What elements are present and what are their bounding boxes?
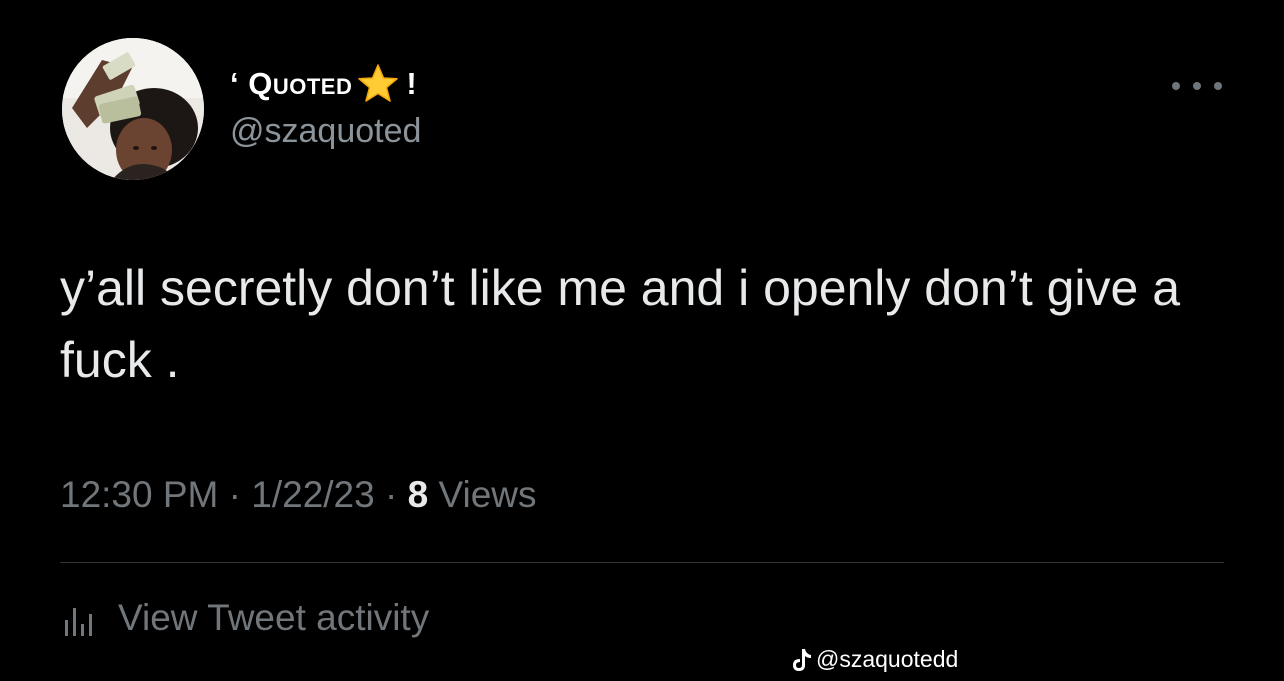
tweet-time[interactable]: 12:30 PM [60,474,218,515]
meta-separator: · [218,474,252,515]
avatar-image [62,38,204,180]
divider [60,562,1224,563]
star-icon [356,62,400,106]
author-name-row[interactable]: ‘ Quoted ! [230,62,417,106]
views-label: Views [428,474,537,515]
more-options-button[interactable] [1172,74,1222,98]
tweet-text: y’all secretly don’t like me and i openl… [60,260,1181,388]
author-display-name: ‘ Quoted [230,66,353,101]
ellipsis-icon [1193,82,1201,90]
avatar[interactable] [62,38,204,180]
watermark-text: @szaquotedd [816,646,959,672]
views-count: 8 [407,474,429,515]
tweet-metadata: 12:30 PM · 1/22/23 · 8 Views [60,474,537,516]
view-tweet-activity-link[interactable]: View Tweet activity [60,596,429,640]
tweet-date[interactable]: 1/22/23 [251,474,374,515]
meta-separator: · [374,474,408,515]
activity-label: View Tweet activity [118,597,430,638]
analytics-icon [65,608,92,636]
tiktok-icon [793,648,811,671]
ellipsis-icon [1214,82,1222,90]
author-name-suffix: ! [406,66,417,101]
author-handle[interactable]: @szaquoted [230,112,421,151]
ellipsis-icon [1172,82,1180,90]
tiktok-watermark: @szaquotedd [790,646,958,673]
tweet-view: ‘ Quoted ! @szaquoted y’all secretly don… [0,0,1284,681]
